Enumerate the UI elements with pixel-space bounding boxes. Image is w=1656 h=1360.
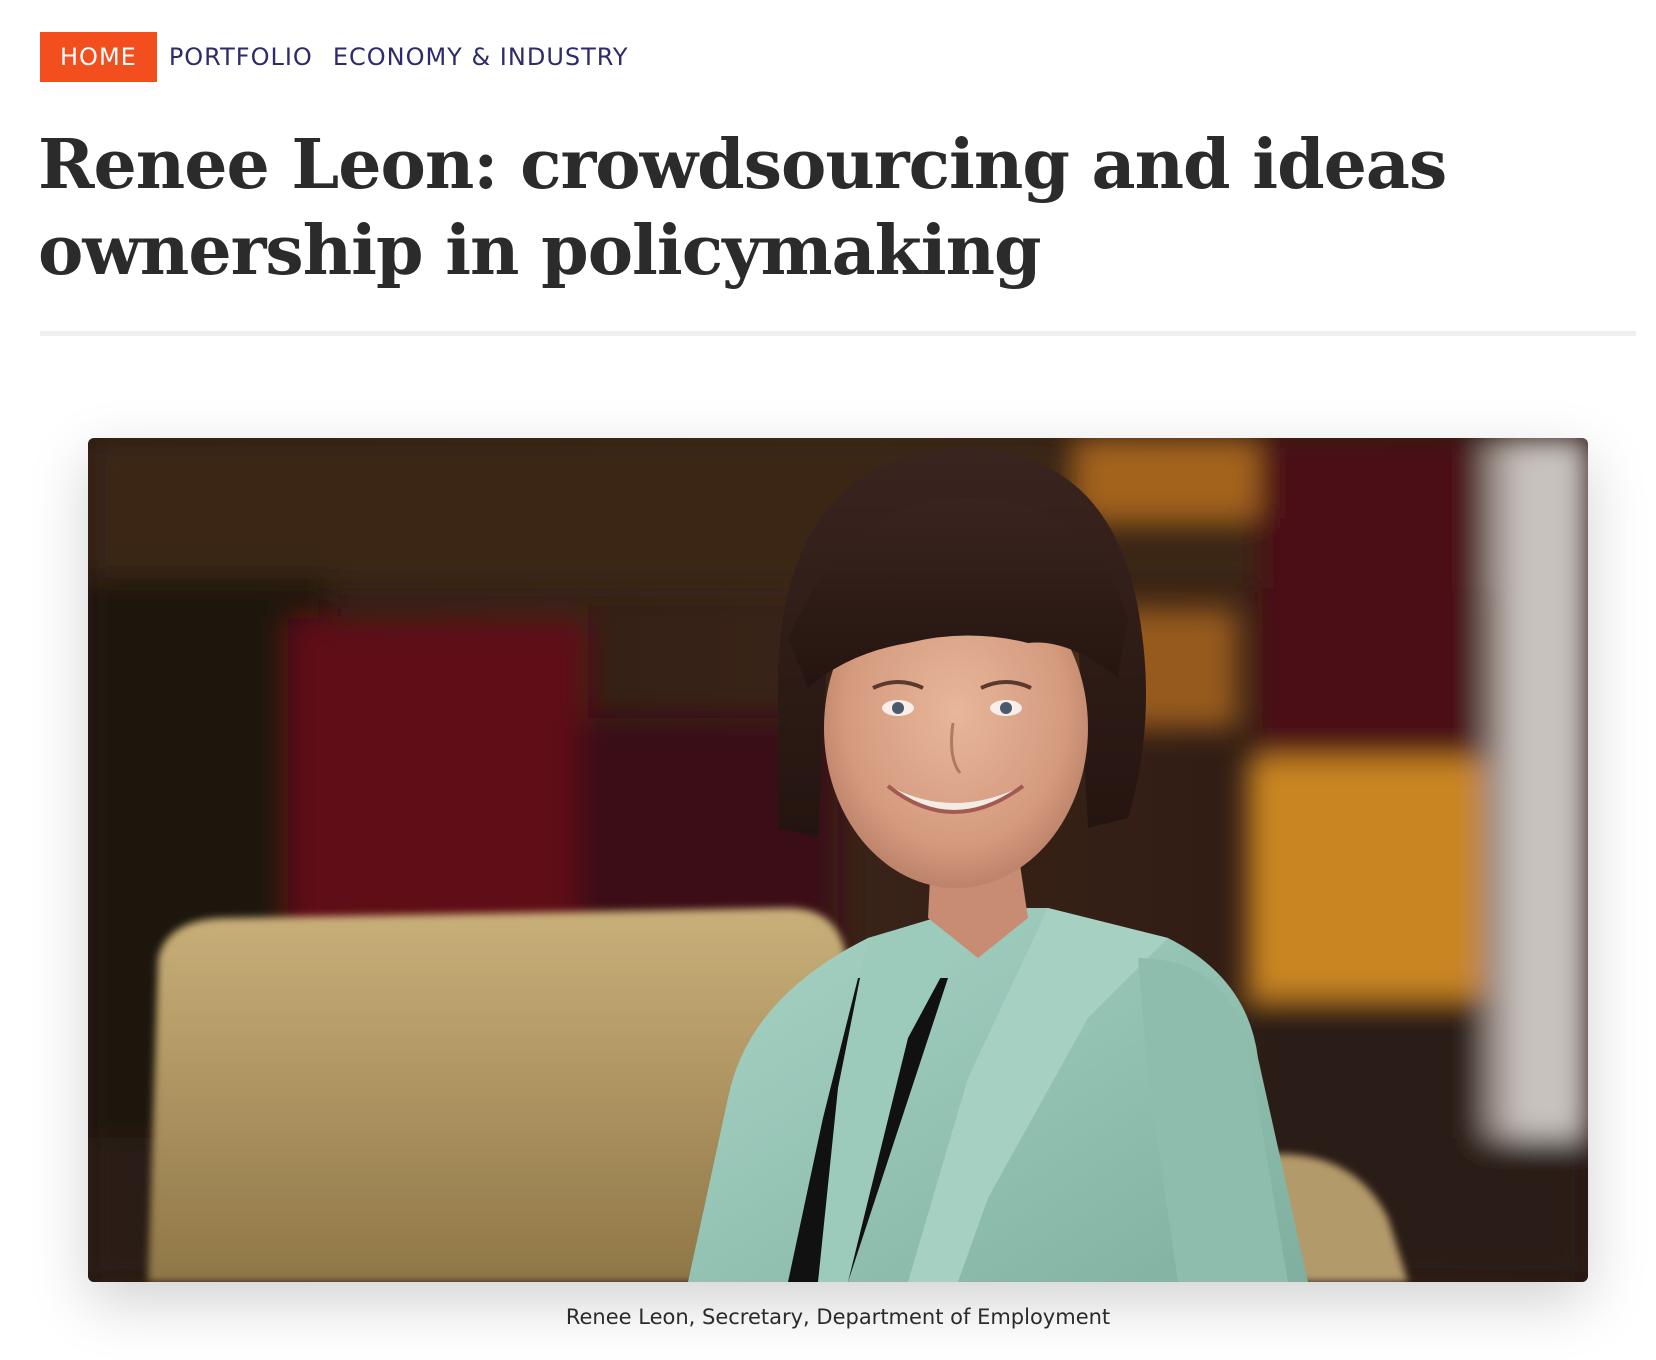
portrait-photo: [88, 438, 1588, 1282]
title-divider: [40, 331, 1636, 336]
breadcrumb-section-link[interactable]: ECONOMY & INDUSTRY: [333, 32, 629, 82]
breadcrumb-portfolio-link[interactable]: PORTFOLIO: [169, 32, 313, 82]
article-title: Renee Leon: crowdsourcing and ideas owne…: [38, 125, 1447, 291]
breadcrumb: HOME PORTFOLIO ECONOMY & INDUSTRY: [40, 32, 649, 82]
breadcrumb-home-link[interactable]: HOME: [40, 32, 157, 82]
article-hero-image: [88, 438, 1588, 1282]
image-caption: Renee Leon, Secretary, Department of Emp…: [565, 1305, 1111, 1329]
